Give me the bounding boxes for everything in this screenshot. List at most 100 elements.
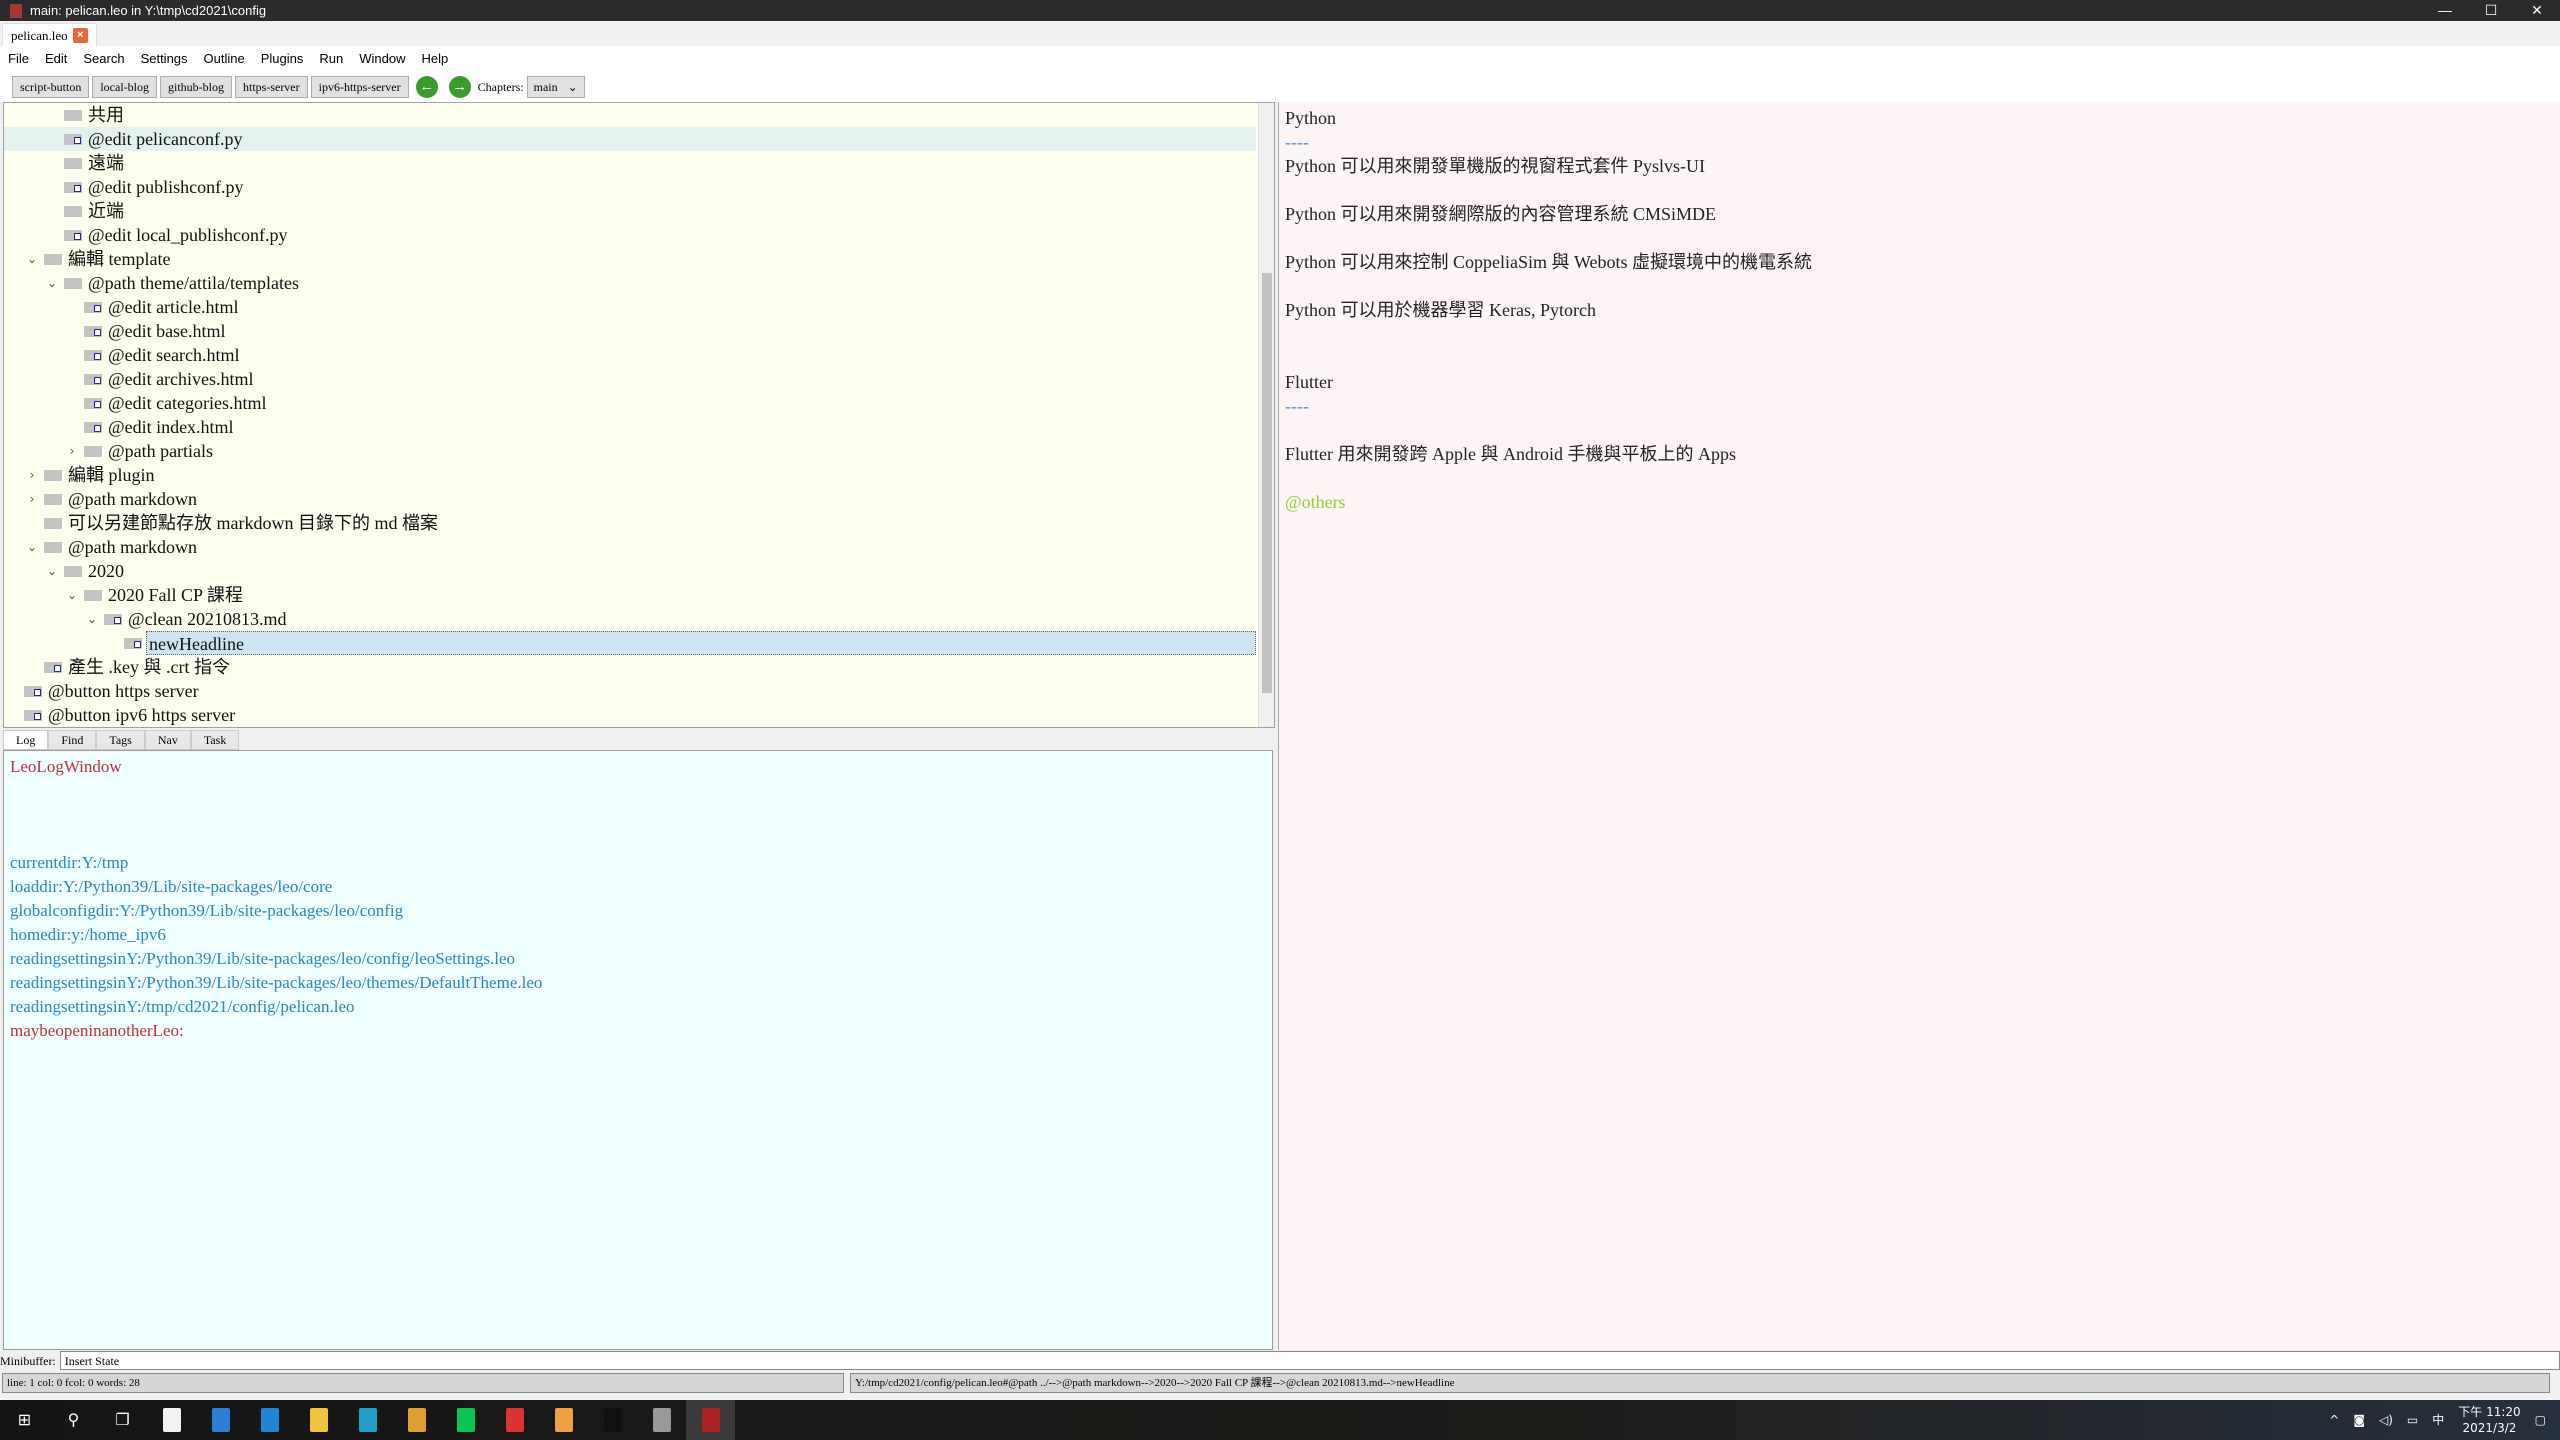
tree-node[interactable]: 產生 .key 與 .crt 指令 bbox=[4, 655, 1256, 679]
title-bar: main: pelican.leo in Y:\tmp\cd2021\confi… bbox=[0, 0, 2560, 21]
menu-settings[interactable]: Settings bbox=[133, 46, 196, 71]
tree-node[interactable]: @button https server bbox=[4, 679, 1256, 703]
body-line bbox=[1285, 274, 2554, 298]
tree-node[interactable]: @edit archives.html bbox=[4, 367, 1256, 391]
tree-node[interactable]: @edit pelicanconf.py bbox=[4, 127, 1256, 151]
tree-node[interactable]: 遠端 bbox=[4, 151, 1256, 175]
tree-node-label: 產生 .key 與 .crt 指令 bbox=[68, 657, 230, 677]
chapters-select[interactable]: main ⌄ bbox=[526, 75, 585, 98]
taskbar-chrome-icon[interactable] bbox=[392, 1400, 441, 1440]
body-line: @others bbox=[1285, 492, 1346, 512]
notifications-icon[interactable]: ▢ bbox=[2535, 1412, 2546, 1428]
tree-node[interactable]: @button ipv6 https server bbox=[4, 703, 1256, 727]
tree-node[interactable]: @edit search.html bbox=[4, 343, 1256, 367]
tree-node[interactable]: › 編輯 plugin bbox=[4, 463, 1256, 487]
tab-tags[interactable]: Tags bbox=[96, 730, 145, 750]
menu-run[interactable]: Run bbox=[311, 46, 351, 71]
chevron-right-icon[interactable]: › bbox=[65, 439, 79, 463]
taskbar-terminal-icon[interactable] bbox=[588, 1400, 637, 1440]
tree-node[interactable]: ⌄ @clean 20210813.md bbox=[4, 607, 1256, 631]
tree-node[interactable]: ⌄ 編輯 template bbox=[4, 247, 1256, 271]
tab-log[interactable]: Log bbox=[3, 730, 49, 750]
https-server-button[interactable]: https-server bbox=[234, 75, 308, 98]
maximize-button[interactable]: ☐ bbox=[2468, 0, 2514, 21]
tree-node[interactable]: @edit local_publishconf.py bbox=[4, 223, 1256, 247]
taskbar-store-icon[interactable] bbox=[147, 1400, 196, 1440]
menu-outline[interactable]: Outline bbox=[196, 46, 253, 71]
taskbar-edge-icon[interactable] bbox=[343, 1400, 392, 1440]
ipv6-https-server-button[interactable]: ipv6-https-server bbox=[310, 75, 409, 98]
taskbar-file-explorer-icon[interactable] bbox=[294, 1400, 343, 1440]
tree-node-label: @button https server bbox=[48, 681, 199, 701]
tab-find[interactable]: Find bbox=[48, 730, 97, 750]
tree-node[interactable]: 可以另建節點存放 markdown 目錄下的 md 檔案 bbox=[4, 511, 1256, 535]
chevron-down-icon[interactable]: ⌄ bbox=[45, 559, 59, 583]
menu-search[interactable]: Search bbox=[75, 46, 132, 71]
chevron-down-icon[interactable]: ⌄ bbox=[45, 271, 59, 295]
local-blog-button[interactable]: local-blog bbox=[92, 75, 157, 98]
tree-node[interactable]: ⌄ @path markdown bbox=[4, 535, 1256, 559]
taskbar-mail-icon[interactable] bbox=[245, 1400, 294, 1440]
chevron-down-icon[interactable]: ⌄ bbox=[25, 535, 39, 559]
chevron-down-icon[interactable]: ⌄ bbox=[65, 583, 79, 607]
taskbar-azure-icon[interactable] bbox=[196, 1400, 245, 1440]
back-arrow-icon[interactable]: ← bbox=[415, 75, 438, 98]
tree-node[interactable]: ⌄ @path theme/attila/templates bbox=[4, 271, 1256, 295]
close-window-button[interactable]: ✕ bbox=[2514, 0, 2560, 21]
tree-node[interactable]: › @path partials bbox=[4, 439, 1256, 463]
start-icon[interactable]: ⊞ bbox=[0, 1400, 49, 1440]
ime-indicator[interactable]: 中 bbox=[2432, 1412, 2444, 1428]
body-editor[interactable]: Python ---- Python 可以用來開發單機版的視窗程式套件 Pyslvs… bbox=[1278, 102, 2560, 1350]
clock[interactable]: 下午 11:20 2021/3/2 bbox=[2458, 1404, 2520, 1436]
tree-node[interactable]: @edit article.html bbox=[4, 295, 1256, 319]
chevron-down-icon[interactable]: ⌄ bbox=[85, 607, 99, 631]
log-pane[interactable]: LeoLogWindow currentdir:Y:/tmp loaddir:Y:/… bbox=[3, 750, 1273, 1350]
tree-node[interactable]: › @path markdown bbox=[4, 487, 1256, 511]
taskbar-leo-icon[interactable] bbox=[686, 1400, 735, 1440]
close-tab-icon[interactable]: × bbox=[72, 27, 88, 43]
tree-node[interactable]: 近端 bbox=[4, 199, 1256, 223]
tree-node[interactable]: @edit publishconf.py bbox=[4, 175, 1256, 199]
chevron-right-icon[interactable]: › bbox=[25, 463, 39, 487]
taskbar-sphere-icon[interactable] bbox=[637, 1400, 686, 1440]
outline-scrollbar[interactable] bbox=[1258, 103, 1274, 727]
chevron-down-icon[interactable]: ⌄ bbox=[25, 247, 39, 271]
tree-node[interactable]: @edit base.html bbox=[4, 319, 1256, 343]
outline-pane[interactable]: 共用 @edit pelicanconf.py 遠端 @edit publishcon… bbox=[3, 102, 1275, 728]
tree-node[interactable]: @edit categories.html bbox=[4, 391, 1256, 415]
taskbar-line-icon[interactable] bbox=[441, 1400, 490, 1440]
tree-node[interactable]: newHeadline bbox=[4, 631, 1256, 655]
network-icon[interactable]: ▭ bbox=[2407, 1412, 2418, 1428]
volume-icon[interactable]: ◁) bbox=[2379, 1412, 2393, 1428]
menu-edit[interactable]: Edit bbox=[37, 46, 75, 71]
chevron-right-icon[interactable]: › bbox=[25, 487, 39, 511]
tree-node[interactable]: @edit index.html bbox=[4, 415, 1256, 439]
node-with-body-icon bbox=[84, 398, 102, 409]
chevron-up-icon[interactable]: ^ bbox=[2329, 1412, 2339, 1428]
node-with-body-icon bbox=[64, 230, 82, 241]
menu-plugins[interactable]: Plugins bbox=[253, 46, 312, 71]
github-blog-button[interactable]: github-blog bbox=[159, 75, 232, 98]
menu-window[interactable]: Window bbox=[351, 46, 413, 71]
tab-pelican-leo[interactable]: pelican.leo × bbox=[2, 23, 97, 46]
tree-node[interactable]: 共用 bbox=[4, 103, 1256, 127]
tab-nav[interactable]: Nav bbox=[144, 730, 191, 750]
forward-arrow-icon[interactable]: → bbox=[448, 75, 471, 98]
tab-task[interactable]: Task bbox=[190, 730, 240, 750]
body-line: ---- bbox=[1285, 132, 1309, 152]
tree-node[interactable]: ⌄ 2020 Fall CP 課程 bbox=[4, 583, 1256, 607]
scrollbar-thumb[interactable] bbox=[1262, 273, 1272, 693]
minibuffer-input[interactable]: Insert State bbox=[59, 1351, 2560, 1370]
taskbar-acrobat-icon[interactable] bbox=[490, 1400, 539, 1440]
meet-now-icon[interactable]: ◙ bbox=[2353, 1412, 2365, 1428]
menu-help[interactable]: Help bbox=[414, 46, 457, 71]
document-tabs: pelican.leo × bbox=[0, 21, 2560, 46]
taskbar-inkscape-like-icon[interactable] bbox=[539, 1400, 588, 1440]
search-icon[interactable]: ⚲ bbox=[49, 1400, 98, 1440]
minimize-button[interactable]: — bbox=[2422, 0, 2468, 21]
task-view-icon[interactable]: ❐ bbox=[98, 1400, 147, 1440]
tree-node[interactable]: ⌄ 2020 bbox=[4, 559, 1256, 583]
node-with-body-icon bbox=[84, 326, 102, 337]
script-button-button[interactable]: script-button bbox=[12, 75, 90, 98]
menu-file[interactable]: File bbox=[0, 46, 37, 71]
